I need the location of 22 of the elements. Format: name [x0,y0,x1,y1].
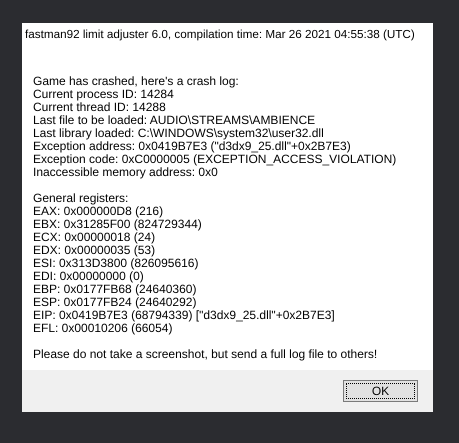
log-line: ECX: 0x00000018 (24) [33,231,156,244]
log-line: EBX: 0x31285F00 (824729344) [33,218,203,231]
log-line: Exception code: 0xC0000005 (EXCEPTION_ACCESS_VIOLATION) [33,153,398,166]
log-line: EFL: 0x00010206 (66054) [33,322,172,335]
log-line: Inaccessible memory address: 0x0 [33,166,218,179]
window-title: fastman92 limit adjuster 6.0, compilation time: Mar 26 2021 04:55:38 (UTC) [24,27,416,42]
log-line: EDX: 0x00000035 (53) [33,244,156,257]
log-line: Current thread ID: 14288 [33,101,167,114]
log-line: Last library loaded: C:\WINDOWS\system32\user32.dll [33,127,325,140]
log-line: Exception address: 0x0419B7E3 ("d3dx9_25.dll"+0x2B7E3) [33,140,352,153]
log-line: Current process ID: 14284 [33,88,175,101]
log-line: ESP: 0x0177FB24 (24640292) [33,296,198,309]
log-line: EAX: 0x000000D8 (216) [33,205,164,218]
log-line: General registers: [33,192,130,205]
log-line: EIP: 0x0419B7E3 (68794339) ["d3dx9_25.dll"+0x2B7E3] [33,309,336,322]
ok-button[interactable]: OK [343,380,418,402]
log-line: Last file to be loaded: AUDIO\STREAMS\AMBIENCE [33,114,316,127]
log-line: Game has crashed, here's a crash log: [33,75,240,88]
log-line: Please do not take a screenshot, but send a full log file to others! [33,348,378,361]
log-line: EBP: 0x0177FB68 (24640360) [33,283,198,296]
log-line: EDI: 0x00000000 (0) [33,270,144,283]
log-line: ESI: 0x313D3800 (826095616) [33,257,200,270]
